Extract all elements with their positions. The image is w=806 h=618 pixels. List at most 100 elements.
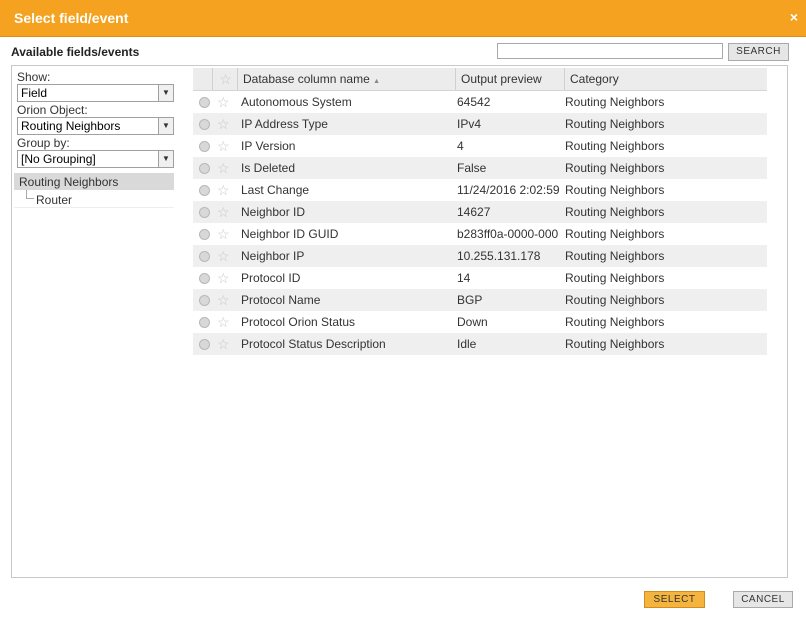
chevron-down-icon[interactable]: ▼ [158, 151, 173, 167]
field-category: Routing Neighbors [565, 249, 665, 263]
tree-item-label: Router [36, 193, 73, 207]
field-name: Neighbor ID GUID [241, 227, 339, 241]
field-name: Protocol Name [241, 293, 321, 307]
chevron-down-icon[interactable]: ▼ [158, 85, 173, 101]
show-select[interactable]: Field ▼ [17, 84, 174, 102]
table-row[interactable]: ☆ IP Version 4 Routing Neighbors [193, 135, 767, 157]
close-icon[interactable]: × [790, 9, 798, 25]
field-name: IP Address Type [241, 117, 328, 131]
field-preview: Down [457, 315, 488, 329]
select-button[interactable]: SELECT [644, 591, 705, 608]
orion-object-select-value: Routing Neighbors [21, 119, 121, 133]
show-label: Show: [17, 70, 51, 84]
field-name: IP Version [241, 139, 296, 153]
tree-item-label: Routing Neighbors [19, 175, 119, 189]
available-fields-label: Available fields/events [11, 45, 140, 59]
column-header-category[interactable]: Category [564, 68, 770, 90]
field-category: Routing Neighbors [565, 205, 665, 219]
table-row[interactable]: ☆ IP Address Type IPv4 Routing Neighbors [193, 113, 767, 135]
row-radio[interactable] [199, 207, 210, 218]
star-icon: ☆ [212, 68, 238, 90]
field-preview: False [457, 161, 487, 175]
header-radio-column [193, 68, 212, 90]
star-icon[interactable]: ☆ [217, 157, 230, 179]
column-header-name[interactable]: Database column name ▲ [237, 68, 457, 90]
star-icon[interactable]: ☆ [217, 311, 230, 333]
row-radio[interactable] [199, 317, 210, 328]
row-radio[interactable] [199, 273, 210, 284]
table-row[interactable]: ☆ Protocol ID 14 Routing Neighbors [193, 267, 767, 289]
field-category: Routing Neighbors [565, 95, 665, 109]
field-name: Last Change [241, 183, 310, 197]
star-icon[interactable]: ☆ [217, 113, 230, 135]
show-select-value: Field [21, 86, 48, 100]
table-row[interactable]: ☆ Neighbor IP 10.255.131.178 Routing Neighb… [193, 245, 767, 267]
field-name: Protocol Status Description [241, 337, 386, 351]
star-icon[interactable]: ☆ [217, 289, 230, 311]
field-name: Protocol Orion Status [241, 315, 356, 329]
dialog-title: Select field/event [14, 10, 129, 26]
cancel-button[interactable]: CANCEL [733, 591, 793, 608]
star-icon[interactable]: ☆ [217, 245, 230, 267]
star-icon[interactable]: ☆ [217, 135, 230, 157]
row-radio[interactable] [199, 97, 210, 108]
field-name: Is Deleted [241, 161, 296, 175]
column-header-preview[interactable]: Output preview [455, 68, 565, 90]
field-category: Routing Neighbors [565, 117, 665, 131]
tree-item-routing-neighbors[interactable]: Routing Neighbors [14, 173, 174, 190]
star-icon[interactable]: ☆ [217, 267, 230, 289]
dialog-title-bar: Select field/event × [0, 0, 806, 37]
field-preview: 14 [457, 271, 471, 285]
star-icon[interactable]: ☆ [217, 223, 230, 245]
field-preview: IPv4 [457, 117, 482, 131]
field-category: Routing Neighbors [565, 161, 665, 175]
row-radio[interactable] [199, 229, 210, 240]
row-radio[interactable] [199, 339, 210, 350]
grid-header: ☆ Database column name ▲ Output preview … [193, 68, 767, 91]
field-preview: Idle [457, 337, 477, 351]
field-category: Routing Neighbors [565, 271, 665, 285]
star-icon[interactable]: ☆ [217, 91, 230, 113]
row-radio[interactable] [199, 119, 210, 130]
search-input[interactable] [497, 43, 723, 59]
field-name: Protocol ID [241, 271, 301, 285]
field-category: Routing Neighbors [565, 139, 665, 153]
star-icon[interactable]: ☆ [217, 201, 230, 223]
column-header-name-label: Database column name [243, 72, 370, 86]
field-category: Routing Neighbors [565, 337, 665, 351]
row-radio[interactable] [199, 141, 210, 152]
table-row[interactable]: ☆ Neighbor ID GUID b283ff0a-0000-000 Routin… [193, 223, 767, 245]
table-row[interactable]: ☆ Protocol Name BGP Routing Neighbors [193, 289, 767, 311]
row-radio[interactable] [199, 163, 210, 174]
star-icon[interactable]: ☆ [217, 333, 230, 355]
search-button[interactable]: SEARCH [728, 43, 789, 61]
field-name: Autonomous System [241, 95, 352, 109]
group-by-label: Group by: [17, 136, 70, 150]
group-by-select[interactable]: [No Grouping] ▼ [17, 150, 174, 168]
field-preview: 11/24/2016 2:02:59 [457, 183, 560, 197]
row-radio[interactable] [199, 295, 210, 306]
filter-sidebar: Show: Field ▼ Orion Object: Routing Neig… [12, 66, 176, 577]
table-row[interactable]: ☆ Is Deleted False Routing Neighbors [193, 157, 767, 179]
table-row[interactable]: ☆ Protocol Orion Status Down Routing Neighb… [193, 311, 767, 333]
grid-rows: ☆ Autonomous System 64542 Routing Neighbors… [193, 91, 767, 355]
fields-panel: Show: Field ▼ Orion Object: Routing Neig… [11, 65, 788, 578]
table-row[interactable]: ☆ Neighbor ID 14627 Routing Neighbors [193, 201, 767, 223]
orion-object-select[interactable]: Routing Neighbors ▼ [17, 117, 174, 135]
field-category: Routing Neighbors [565, 227, 665, 241]
field-category: Routing Neighbors [565, 293, 665, 307]
chevron-down-icon[interactable]: ▼ [158, 118, 173, 134]
table-row[interactable]: ☆ Protocol Status Description Idle Routing … [193, 333, 767, 355]
field-category: Routing Neighbors [565, 315, 665, 329]
star-icon[interactable]: ☆ [217, 179, 230, 201]
fields-grid: ☆ Database column name ▲ Output preview … [193, 68, 767, 355]
row-radio[interactable] [199, 185, 210, 196]
field-category: Routing Neighbors [565, 183, 665, 197]
field-preview: 14627 [457, 205, 491, 219]
field-preview: 64542 [457, 95, 491, 109]
table-row[interactable]: ☆ Autonomous System 64542 Routing Neighbors [193, 91, 767, 113]
row-radio[interactable] [199, 251, 210, 262]
orion-object-label: Orion Object: [17, 103, 88, 117]
tree-item-router[interactable]: Router [14, 190, 174, 208]
table-row[interactable]: ☆ Last Change 11/24/2016 2:02:59 Routing Ne… [193, 179, 767, 201]
